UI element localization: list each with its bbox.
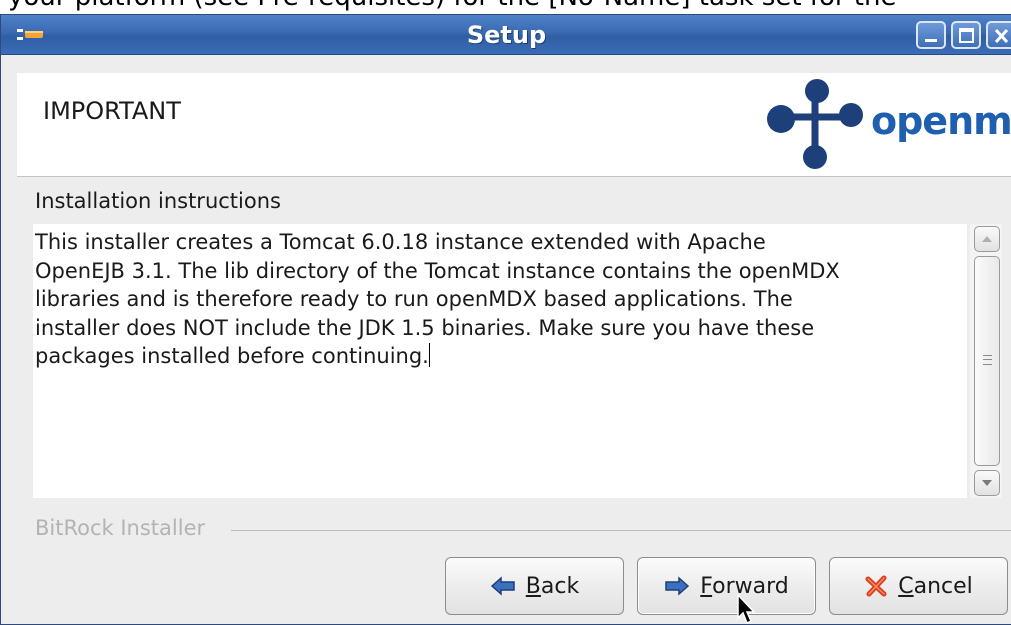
close-button[interactable]	[986, 21, 1011, 49]
section-label: Installation instructions	[35, 189, 281, 213]
openmdx-logo: openmdx	[759, 73, 1011, 177]
minimize-button[interactable]	[916, 21, 946, 49]
scroll-up-button[interactable]	[974, 226, 1000, 252]
minimize-icon	[925, 39, 937, 42]
scroll-grip-icon	[983, 355, 992, 365]
instructions-textarea[interactable]: This installer creates a Tomcat 6.0.18 i…	[33, 224, 967, 498]
maximize-button[interactable]	[951, 21, 981, 49]
cancel-label: Cancel	[898, 573, 973, 599]
x-icon	[865, 575, 887, 597]
wizard-header: IMPORTANT openmdx	[17, 73, 1011, 177]
arrow-right-icon	[665, 576, 690, 596]
arrow-up-icon	[982, 236, 992, 242]
scroll-thumb[interactable]	[974, 256, 1000, 466]
separator-line	[231, 530, 1011, 531]
vertical-scrollbar[interactable]	[970, 224, 1002, 498]
back-button[interactable]: Back	[445, 557, 624, 615]
mouse-cursor-icon	[737, 594, 756, 625]
scroll-down-button[interactable]	[974, 470, 1000, 496]
arrow-down-icon	[982, 480, 992, 486]
close-icon	[994, 28, 1009, 44]
page-title: IMPORTANT	[43, 97, 181, 125]
window-title: Setup	[466, 21, 547, 49]
maximize-icon	[959, 28, 974, 43]
brand-label: BitRock Installer	[35, 516, 206, 540]
top-cropped-text-label: your platform (see Pre-requisites) for t…	[8, 0, 896, 12]
arrow-left-icon	[490, 576, 515, 596]
instructions-text: This installer creates a Tomcat 6.0.18 i…	[35, 228, 965, 371]
logo-text: openmdx	[871, 99, 1011, 143]
logo-molecule-icon	[767, 79, 863, 169]
instructions-body: This installer creates a Tomcat 6.0.18 i…	[35, 230, 840, 368]
back-label: Back	[525, 573, 580, 599]
forward-button[interactable]: Forward	[637, 557, 816, 615]
setup-window: Setup IMPORTANT openm Installation instr…	[0, 14, 1011, 625]
cancel-button[interactable]: Cancel	[829, 557, 1008, 615]
text-caret	[428, 343, 430, 367]
title-bar[interactable]: Setup	[1, 15, 1011, 55]
